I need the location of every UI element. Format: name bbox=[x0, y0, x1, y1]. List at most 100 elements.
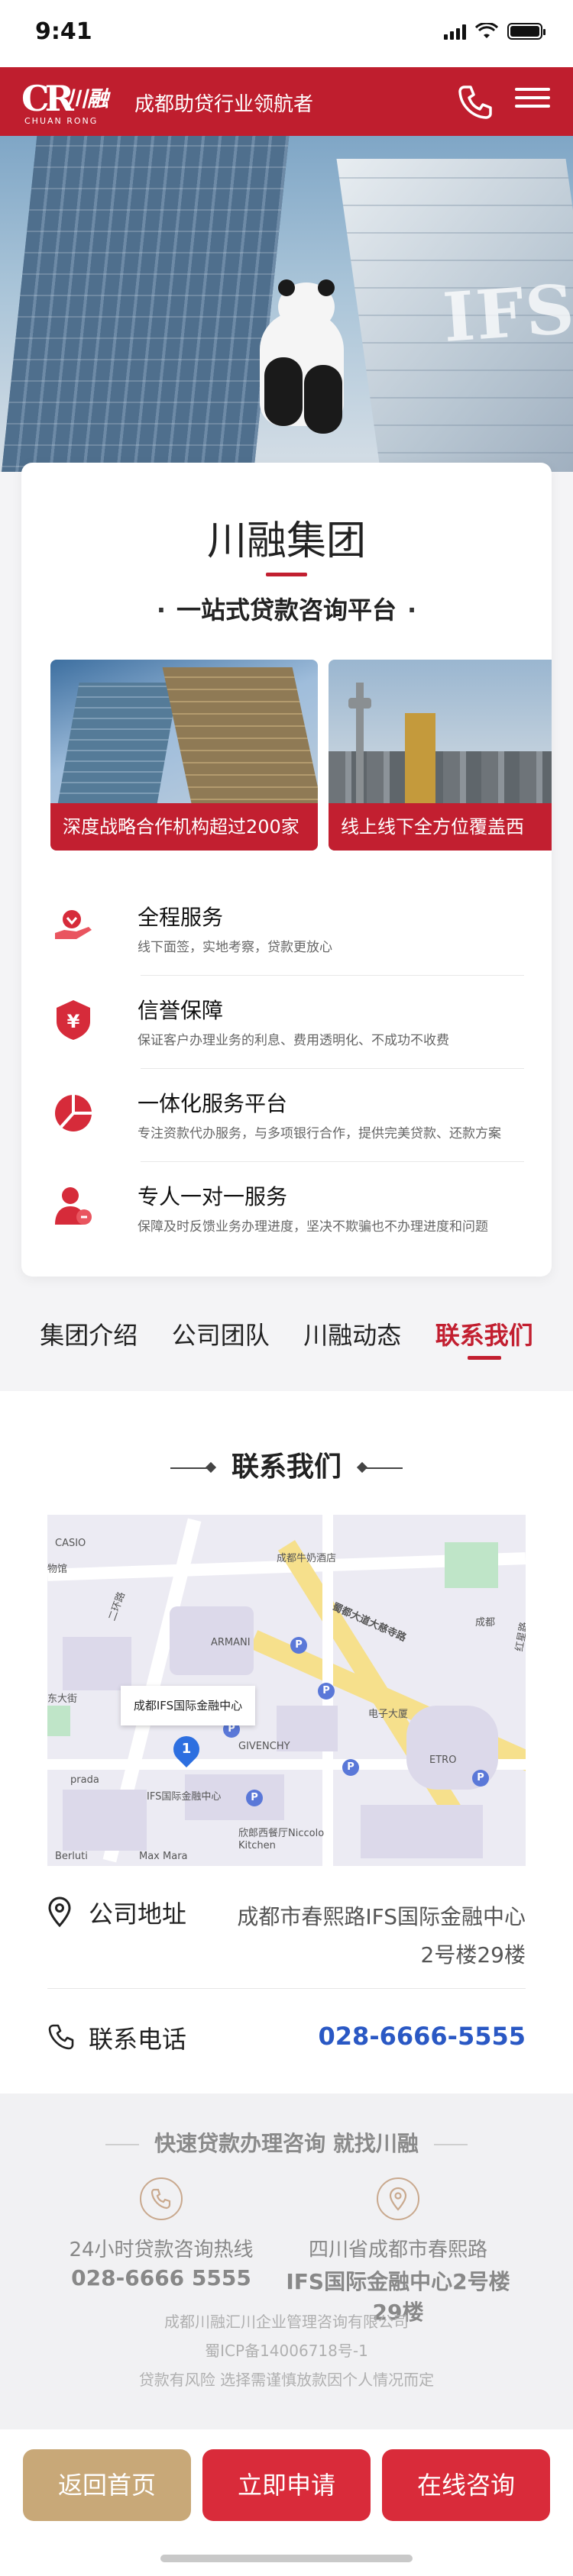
feature-title: 信誉保障 bbox=[138, 998, 224, 1023]
feature-desc: 保障及时反馈业务办理进度，坚决不欺骗也不办理进度和问题 bbox=[138, 1219, 488, 1235]
tab-group-intro[interactable]: 集团介绍 bbox=[40, 1306, 138, 1391]
map-label: IFS国际金融中心 bbox=[147, 1791, 222, 1803]
map-label: 成都牛奶酒店 bbox=[277, 1553, 337, 1564]
menu-button[interactable] bbox=[513, 82, 552, 121]
feature-desc: 保证客户办理业务的利息、费用透明化、不成功不收费 bbox=[138, 1033, 449, 1048]
map-label: 成都 bbox=[475, 1617, 496, 1629]
phone-icon bbox=[458, 86, 492, 119]
map-label: 欣郎西餐厅Niccolo Kitchen bbox=[238, 1828, 325, 1851]
feature-desc: 线下面签，实地考察，贷款更放心 bbox=[138, 940, 332, 955]
feature-title: 专人一对一服务 bbox=[138, 1184, 288, 1209]
slide-caption: 线上线下全方位覆盖西 bbox=[329, 803, 552, 851]
panda-ear bbox=[318, 279, 335, 296]
map-label: 电子大厦 bbox=[368, 1709, 409, 1720]
feature-title: 一体化服务平台 bbox=[138, 1091, 288, 1116]
slide-card[interactable]: 深度战略合作机构超过200家 bbox=[50, 660, 318, 851]
logo-cn: 川融 bbox=[66, 86, 109, 111]
logo-mark: CR bbox=[21, 78, 74, 119]
map-label: prada bbox=[70, 1774, 99, 1786]
bottom-action-bar: 返回首页 立即申请 在线咨询 bbox=[0, 2429, 573, 2576]
map-pin-icon[interactable]: 1 bbox=[167, 1730, 206, 1768]
hero-building-left bbox=[0, 136, 290, 472]
footer-legal: 成都川融汇川企业管理咨询有限公司 蜀ICP备14006718号-1 贷款有风险 … bbox=[0, 2307, 573, 2394]
logo-en: CHUAN RONG bbox=[24, 116, 99, 126]
feature-title: 全程服务 bbox=[138, 905, 224, 930]
contact-section: 联系我们 CASIO 物馆 成都牛奶酒店 ARMANI 东大街 蜀都大道大慈寺路… bbox=[0, 1391, 573, 2093]
map-label: 二环路 bbox=[106, 1590, 128, 1623]
person-service-icon bbox=[55, 1187, 92, 1225]
signal-icon bbox=[444, 23, 466, 40]
panda-leg bbox=[264, 357, 303, 426]
feature-item: 一体化服务平台 专注资款代办服务，与多项银行合作，提供完美贷款、还款方案 bbox=[50, 1069, 524, 1162]
hotline-number: 028-6666 5555 bbox=[71, 2265, 251, 2290]
header-slogan: 成都助贷行业领航者 bbox=[134, 93, 314, 116]
footer-slogan: 快速贷款办理咨询 就找川融 bbox=[0, 2127, 573, 2158]
map-callout[interactable]: 成都IFS国际金融中心 bbox=[121, 1686, 255, 1725]
intro-card: 川融集团 · 一站式贷款咨询平台 · 深度战略合作机构超过200家 线上线下全方位覆… bbox=[21, 463, 552, 1277]
footer-address: 四川省成都市春熙路 IFS国际金融中心2号楼29楼 bbox=[272, 2177, 524, 2326]
parking-icon: P bbox=[472, 1770, 489, 1787]
hotline-label: 24小时贷款咨询热线 bbox=[69, 2239, 254, 2261]
phone-call-button[interactable] bbox=[454, 81, 497, 124]
phone-label: 联系电话 bbox=[89, 2025, 187, 2054]
phone-number-link[interactable]: 028-6666-5555 bbox=[319, 2022, 526, 2051]
address-value: 成都市春熙路IFS国际金融中心2号楼29楼 bbox=[237, 1904, 526, 1968]
status-time: 9:41 bbox=[35, 18, 92, 45]
feature-desc: 专注资款代办服务，与多项银行合作，提供完美贷款、还款方案 bbox=[138, 1126, 501, 1141]
map-label: CASIO bbox=[55, 1538, 86, 1549]
address-row: 公司地址 成都市春熙路IFS国际金融中心2号楼29楼 bbox=[47, 1890, 526, 1997]
icp-number[interactable]: 蜀ICP备14006718号-1 bbox=[0, 2336, 573, 2365]
address-label: 公司地址 bbox=[89, 1900, 187, 1929]
slide-card[interactable]: 线上线下全方位覆盖西 bbox=[329, 660, 552, 851]
battery-icon bbox=[507, 23, 545, 40]
map-label: 红星路 bbox=[513, 1621, 526, 1653]
panda-leg bbox=[304, 365, 342, 434]
contact-heading-text: 联系我们 bbox=[231, 1451, 342, 1483]
address-line1: 四川省成都市春熙路 bbox=[308, 2239, 487, 2261]
risk-notice: 贷款有风险 选择需谨慎放款因个人情况而定 bbox=[138, 2371, 435, 2389]
map-label: Berluti bbox=[55, 1851, 88, 1862]
logo[interactable]: CR 川融 CHUAN RONG bbox=[21, 78, 122, 126]
title-underline bbox=[266, 573, 307, 576]
feature-item: 全程服务 线下面签，实地考察，贷款更放心 bbox=[50, 883, 524, 976]
ifs-sign: IFS bbox=[440, 269, 573, 357]
parking-icon: P bbox=[290, 1637, 307, 1654]
apply-now-button[interactable]: 立即申请 bbox=[202, 2449, 371, 2521]
svg-text:¥: ¥ bbox=[67, 1011, 80, 1032]
intro-subtitle: · 一站式贷款咨询平台 · bbox=[21, 591, 552, 626]
top-navbar: CR 川融 CHUAN RONG 成都助贷行业领航者 bbox=[0, 67, 573, 136]
parking-icon: P bbox=[318, 1683, 335, 1700]
dot-icon: · bbox=[156, 596, 166, 625]
footer: 快速贷款办理咨询 就找川融 24小时贷款咨询热线 028-6666 5555 四… bbox=[0, 2093, 573, 2429]
intro-subtitle-text: 一站式贷款咨询平台 bbox=[176, 596, 397, 625]
panda-ear bbox=[278, 279, 295, 296]
phone-row[interactable]: 联系电话 028-6666-5555 bbox=[47, 2014, 526, 2068]
pie-chart-icon bbox=[55, 1095, 92, 1131]
tab-news[interactable]: 川融动态 bbox=[303, 1306, 401, 1391]
location-map[interactable]: CASIO 物馆 成都牛奶酒店 ARMANI 东大街 蜀都大道大慈寺路 电子大厦… bbox=[47, 1515, 526, 1866]
map-label: ETRO bbox=[429, 1754, 457, 1766]
phone-circle-icon bbox=[140, 2177, 183, 2220]
section-tabs: 集团介绍 公司团队 川融动态 联系我们 bbox=[0, 1306, 573, 1391]
hamburger-icon bbox=[513, 88, 552, 108]
status-icons bbox=[444, 23, 545, 40]
map-label: 物馆 bbox=[47, 1564, 68, 1575]
location-pin-icon bbox=[48, 1896, 71, 1927]
map-label: ARMANI bbox=[211, 1637, 251, 1648]
status-bar: 9:41 bbox=[0, 0, 573, 67]
map-pin-number: 1 bbox=[181, 1741, 192, 1757]
footer-hotline[interactable]: 24小时贷款咨询热线 028-6666 5555 bbox=[35, 2177, 287, 2290]
wifi-icon bbox=[475, 23, 498, 38]
shield-yen-icon: ¥ bbox=[57, 1000, 90, 1040]
hero-banner: IFS bbox=[0, 136, 573, 472]
online-consult-button[interactable]: 在线咨询 bbox=[382, 2449, 550, 2521]
tab-company-team[interactable]: 公司团队 bbox=[172, 1306, 270, 1391]
intro-title: 川融集团 bbox=[206, 518, 366, 564]
phone-icon bbox=[48, 2024, 74, 2050]
tab-contact-us[interactable]: 联系我们 bbox=[435, 1306, 533, 1391]
divider bbox=[47, 1988, 526, 1989]
heading-deco-left bbox=[170, 1467, 213, 1469]
back-home-button[interactable]: 返回首页 bbox=[23, 2449, 191, 2521]
parking-icon: P bbox=[342, 1759, 359, 1776]
map-label: 东大街 bbox=[47, 1693, 78, 1705]
